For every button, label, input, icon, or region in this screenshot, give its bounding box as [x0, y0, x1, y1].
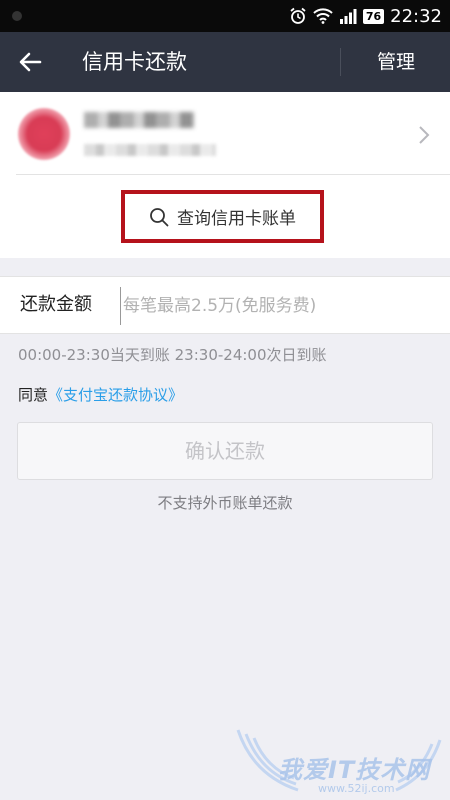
status-icons: 76 22:32 [289, 0, 442, 32]
watermark-text: 我爱IT技术网 [278, 756, 431, 784]
watermark-url: www.52ij.com [318, 782, 395, 795]
search-icon [150, 207, 169, 226]
query-bill-button[interactable]: 查询信用卡账单 [121, 190, 324, 243]
query-bill-label: 查询信用卡账单 [177, 209, 296, 229]
agreement-row: 同意《支付宝还款协议》 [18, 384, 183, 405]
amount-input[interactable] [120, 287, 435, 325]
arrival-time-note: 00:00-23:30当天到账 23:30-24:00次日到账 [18, 346, 327, 364]
back-arrow-icon [19, 52, 42, 72]
status-bar: 76 22:32 [0, 0, 450, 32]
notification-dot-icon [12, 11, 22, 21]
app-bar: 信用卡还款 管理 [0, 32, 450, 92]
agreement-prefix: 同意 [18, 386, 49, 404]
agreement-link[interactable]: 《支付宝还款协议》 [48, 386, 183, 404]
manage-button[interactable]: 管理 [356, 32, 436, 92]
card-number-blurred [84, 144, 216, 156]
watermark: 我爱IT技术网 www.52ij.com [228, 720, 450, 800]
page-title: 信用卡还款 [82, 50, 187, 74]
amount-row: 还款金额 [0, 276, 450, 334]
battery-icon: 76 [362, 8, 385, 24]
alarm-clock-icon [290, 7, 306, 24]
foreign-currency-note: 不支持外币账单还款 [157, 494, 293, 512]
app-bar-divider [340, 48, 341, 76]
credit-card-section: 查询信用卡账单 [0, 92, 450, 258]
bank-logo [18, 108, 70, 160]
signal-icon [339, 9, 357, 24]
clock-time: 22:32 [390, 5, 442, 27]
card-divider [16, 174, 450, 175]
wifi-icon [313, 8, 333, 24]
back-button[interactable] [14, 46, 46, 78]
card-name-blurred [84, 112, 194, 128]
confirm-repay-button[interactable]: 确认还款 [17, 422, 433, 480]
chevron-right-icon [419, 126, 430, 144]
card-selector-row[interactable] [0, 92, 450, 174]
amount-label: 还款金额 [20, 294, 92, 315]
